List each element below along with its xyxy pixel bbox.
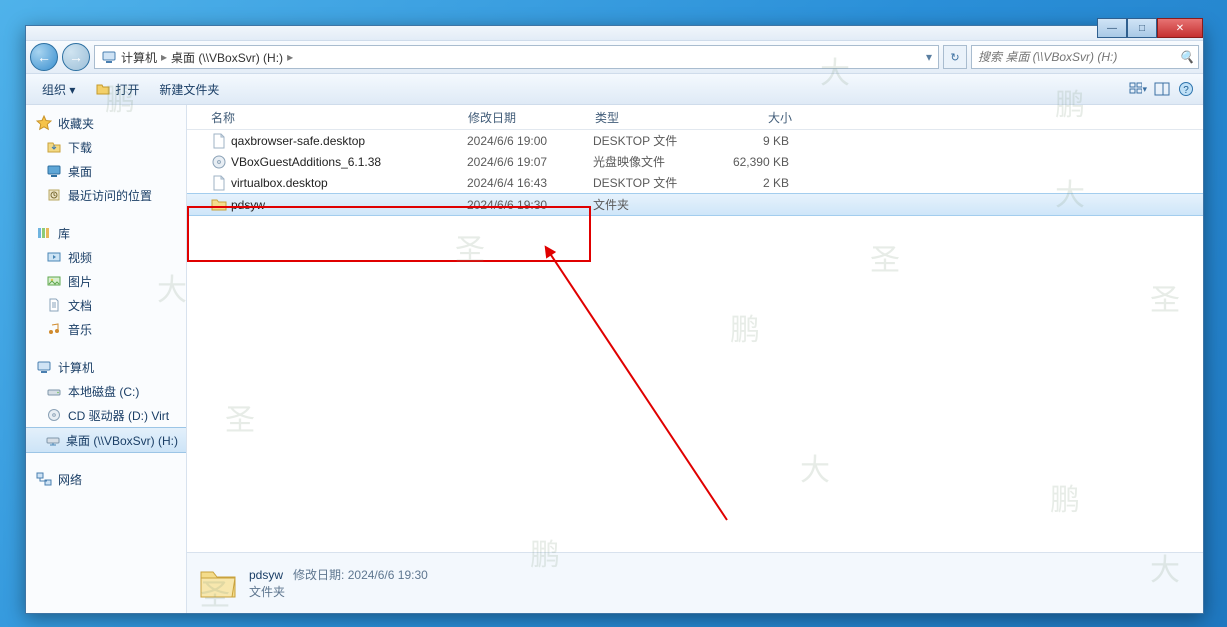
downloads-icon [46,139,62,155]
sidebar-computer[interactable]: 计算机 [26,355,186,379]
sidebar-item-desktop[interactable]: 桌面 [26,159,186,183]
file-name: VBoxGuestAdditions_6.1.38 [231,155,381,169]
sidebar-item-network-drive[interactable]: 桌面 (\\VBoxSvr) (H:) [26,427,186,453]
sidebar-item-cd-drive[interactable]: CD 驱动器 (D:) Virt [26,403,186,427]
address-bar[interactable]: 计算机 ▸ 桌面 (\\VBoxSvr) (H:) ▸ ▾ [94,45,939,69]
view-options-button[interactable]: ▾ [1129,80,1147,98]
open-button[interactable]: 打开 [87,78,147,101]
chevron-down-icon[interactable]: ▾ [926,50,932,64]
file-size: 9 KB [709,134,795,148]
details-pane: pdsyw 修改日期: 2024/6/6 19:30 文件夹 [187,552,1203,613]
pictures-icon [46,273,62,289]
file-type: DESKTOP 文件 [587,174,709,191]
computer-icon [36,359,52,375]
file-list[interactable]: qaxbrowser-safe.desktop2024/6/6 19:00DES… [187,130,1203,552]
file-type: DESKTOP 文件 [587,132,709,149]
details-type: 文件夹 [249,583,428,600]
toolbar: 组织 ▾ 打开 新建文件夹 ▾ ? [26,74,1203,105]
forward-button[interactable]: → [62,43,90,71]
content-area: 名称 修改日期 类型 大小 qaxbrowser-safe.desktop 202… [187,105,1203,613]
sidebar-libraries[interactable]: 库 [26,221,186,245]
file-icon [211,133,227,149]
search-box[interactable]: 🔍 [971,45,1199,69]
sidebar-item-pictures[interactable]: 图片 [26,269,186,293]
file-name: qaxbrowser-safe.desktop [231,134,365,148]
file-name: virtualbox.desktop [231,176,328,190]
table-row[interactable]: virtualbox.desktop 2024/6/4 16:43DESKTOP … [187,172,1203,193]
sidebar-item-local-disk[interactable]: 本地磁盘 (C:) [26,379,186,403]
network-drive-icon [46,432,60,448]
chevron-right-icon: ▸ [287,50,293,64]
file-date: 2024/6/4 16:43 [461,176,587,190]
drive-icon [46,383,62,399]
breadcrumb-computer[interactable]: 计算机 [121,49,157,66]
maximize-button[interactable]: □ [1127,18,1157,38]
new-folder-button[interactable]: 新建文件夹 [151,78,227,101]
file-date: 2024/6/6 19:00 [461,134,587,148]
annotation-red-arrow [537,240,737,530]
chevron-right-icon: ▸ [161,50,167,64]
open-icon [95,81,111,97]
back-button[interactable]: ← [30,43,58,71]
recent-icon [46,187,62,203]
organize-menu[interactable]: 组织 ▾ [34,78,83,101]
search-icon: 🔍 [1179,50,1194,64]
details-date-label: 修改日期: [293,568,344,582]
column-headers: 名称 修改日期 类型 大小 [187,105,1203,130]
col-name[interactable]: 名称 [205,109,462,126]
sidebar-favorites[interactable]: 收藏夹 [26,111,186,135]
folder-icon [197,562,239,604]
sidebar-item-recent[interactable]: 最近访问的位置 [26,183,186,207]
arrow-left-icon: ← [37,49,51,65]
desktop-icon [46,163,62,179]
explorer-window: — □ ✕ ← → 计算机 ▸ 桌面 (\\VBoxSvr) (H:) ▸ ▾ … [25,25,1204,614]
refresh-button[interactable]: ↻ [943,45,967,69]
disc-icon [211,154,227,170]
file-type: 文件夹 [587,196,709,213]
close-button[interactable]: ✕ [1157,18,1203,38]
sidebar-item-videos[interactable]: 视频 [26,245,186,269]
open-label: 打开 [115,81,139,98]
network-icon [36,471,52,487]
help-button[interactable]: ? [1177,80,1195,98]
file-type: 光盘映像文件 [587,153,709,170]
file-date: 2024/6/6 19:07 [461,155,587,169]
computer-icon [101,49,117,65]
details-name: pdsyw [249,568,283,582]
file-size: 2 KB [709,176,795,190]
arrow-right-icon: → [69,49,83,65]
file-size: 62,390 KB [709,155,795,169]
nav-row: ← → 计算机 ▸ 桌面 (\\VBoxSvr) (H:) ▸ ▾ ↻ 🔍 [26,40,1203,74]
sidebar-item-music[interactable]: 音乐 [26,317,186,341]
refresh-icon: ↻ [950,51,959,64]
table-row[interactable]: VBoxGuestAdditions_6.1.38 2024/6/6 19:07光… [187,151,1203,172]
col-size[interactable]: 大小 [712,109,799,126]
videos-icon [46,249,62,265]
preview-pane-button[interactable] [1153,80,1171,98]
col-date[interactable]: 修改日期 [462,109,589,126]
music-icon [46,321,62,337]
titlebar: — □ ✕ [26,26,1203,40]
table-row[interactable]: qaxbrowser-safe.desktop 2024/6/6 19:00DES… [187,130,1203,151]
annotation-red-box [187,206,591,262]
col-type[interactable]: 类型 [589,109,712,126]
library-icon [36,225,52,241]
search-input[interactable] [976,49,1179,65]
sidebar-item-downloads[interactable]: 下载 [26,135,186,159]
details-date: 2024/6/6 19:30 [348,568,428,582]
sidebar-network[interactable]: 网络 [26,467,186,491]
file-icon [211,175,227,191]
svg-text:?: ? [1183,85,1189,96]
star-icon [36,115,52,131]
minimize-button[interactable]: — [1097,18,1127,38]
disc-icon [46,407,62,423]
breadcrumb-current[interactable]: 桌面 (\\VBoxSvr) (H:) [171,49,283,66]
documents-icon [46,297,62,313]
sidebar-item-documents[interactable]: 文档 [26,293,186,317]
navigation-pane: 收藏夹 下载 桌面 最近访问的位置 库 视频 [26,105,187,613]
